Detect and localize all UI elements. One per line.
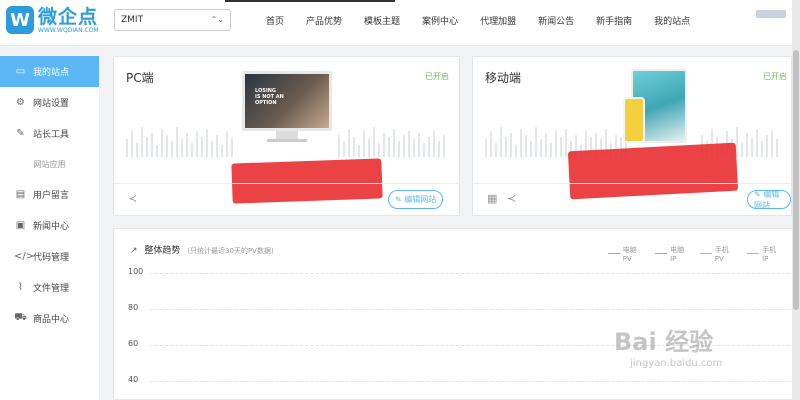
grid-line	[150, 381, 790, 382]
watermark-url: jingyan.baidu.com	[630, 358, 723, 369]
legend-pc-ip[interactable]: 电脑IP	[655, 245, 690, 263]
code-icon: </>	[14, 251, 35, 262]
sidebar-item-news-center[interactable]: ▣ 新闻中心	[0, 210, 99, 241]
sidebar-item-product-center[interactable]: ⛟ 商品中心	[0, 303, 99, 334]
logo-url: WWW.WQDIAN.COM	[38, 26, 99, 34]
news-icon: ▣	[15, 220, 26, 231]
pc-card-title: PC端	[126, 71, 154, 85]
logo-name: 微企点	[38, 5, 99, 28]
sidebar-group-label: 网站应用	[33, 159, 66, 169]
share-icon[interactable]: ≺	[507, 192, 516, 205]
sidebar-item-label: 文件管理	[33, 284, 70, 294]
phone-preview	[623, 97, 645, 143]
y-tick-label: 80	[128, 303, 139, 312]
scrollbar-thumb[interactable]	[793, 50, 799, 310]
select-arrow-icon: ⌃⌄	[210, 15, 224, 24]
qr-code-icon[interactable]: ▦	[487, 192, 497, 205]
y-tick-label: 100	[128, 267, 144, 276]
sidebar-item-file-management[interactable]: ⌇ 文件管理	[0, 272, 99, 303]
trend-legend: 电脑PV 电脑IP 手机PV 手机IP	[608, 245, 792, 263]
mobile-card-title: 移动端	[485, 71, 522, 85]
nav-template-themes[interactable]: 模板主题	[364, 14, 400, 27]
sidebar-item-label: 商品中心	[33, 315, 70, 325]
pc-wave-decoration-right	[338, 117, 448, 157]
main-nav: 首页 产品优势 模板主题 案例中心 代理加盟 新闻公告 新手指南 我的站点	[266, 14, 712, 27]
site-logo[interactable]: W 微企点 WWW.WQDIAN.COM	[6, 6, 99, 34]
top-navigation-bar: W 微企点 WWW.WQDIAN.COM ZMIT ⌃⌄ 首页 产品优势 模板主…	[0, 0, 800, 46]
nav-agent-join[interactable]: 代理加盟	[480, 14, 516, 27]
overall-trend-panel: ↗ 整体趋势 (只统计最近30天的PV数据) 电脑PV 电脑IP 手机PV 手机…	[113, 228, 793, 400]
nav-my-sites[interactable]: 我的站点	[654, 14, 690, 27]
nav-beginner-guide[interactable]: 新手指南	[596, 14, 632, 27]
sidebar-item-webmaster-tools[interactable]: ✎ 站长工具	[0, 118, 99, 149]
message-icon: ▤	[15, 189, 26, 200]
site-select[interactable]: ZMIT ⌃⌄	[114, 9, 231, 31]
user-avatar-icon[interactable]	[756, 10, 786, 18]
pc-preview-screen: LOSING IS NOT AN OPTION	[242, 71, 332, 131]
logo-text: 微企点 WWW.WQDIAN.COM	[38, 7, 99, 34]
nav-home[interactable]: 首页	[266, 14, 284, 27]
y-tick-label: 40	[128, 375, 139, 384]
sidebar: ▭ 我的站点 ⚙ 网站设置 ✎ 站长工具 网站应用 ▤ 用户留言 ▣ 新闻中心 …	[0, 56, 100, 400]
watermark-logo: Bai 经验	[614, 328, 714, 356]
cart-icon: ⛟	[14, 312, 27, 323]
sidebar-item-label: 新闻中心	[33, 222, 70, 232]
sidebar-item-label: 代码管理	[33, 253, 70, 263]
site-select-value: ZMIT	[121, 15, 144, 25]
nav-case-center[interactable]: 案例中心	[422, 14, 458, 27]
trend-title: ↗ 整体趋势 (只统计最近30天的PV数据)	[130, 243, 274, 256]
pc-preview-thumbnail[interactable]: LOSING IS NOT AN OPTION	[242, 71, 332, 149]
edit-website-button[interactable]: ✎ 编辑网站	[388, 190, 444, 209]
y-tick-label: 60	[128, 339, 139, 348]
sidebar-item-label: 用户留言	[33, 191, 70, 201]
sidebar-item-label: 我的站点	[33, 68, 70, 78]
pc-wave-decoration	[126, 117, 236, 157]
sidebar-item-user-messages[interactable]: ▤ 用户留言	[0, 179, 99, 210]
mobile-card-footer: ▦ ≺ ✎ 编辑网站	[473, 183, 791, 215]
sidebar-item-my-sites[interactable]: ▭ 我的站点	[0, 56, 99, 87]
share-icon[interactable]: ≺	[128, 192, 137, 205]
paperclip-icon: ⌇	[18, 282, 23, 293]
nav-product-advantages[interactable]: 产品优势	[306, 14, 342, 27]
sidebar-item-code-management[interactable]: </> 代码管理	[0, 241, 99, 272]
logo-mark-icon: W	[6, 6, 34, 34]
legend-mobile-pv[interactable]: 手机PV	[700, 245, 737, 263]
edit-website-button[interactable]: ✎ 编辑网站	[747, 190, 791, 210]
trend-subtitle: (只统计最近30天的PV数据)	[187, 247, 274, 255]
sidebar-item-label: 站长工具	[33, 130, 70, 140]
pc-site-card: PC端 已开启 LOSING IS NOT AN OPTION ≺ ✎ 编辑网站	[113, 56, 460, 216]
mobile-preview-thumbnail[interactable]	[623, 69, 693, 149]
pc-card-footer: ≺ ✎ 编辑网站	[114, 183, 459, 215]
mobile-site-card: 移动端 已开启 ▦ ≺ ✎ 编辑网站	[472, 56, 792, 216]
trend-chart-icon: ↗	[130, 246, 138, 256]
grid-line	[150, 309, 790, 310]
sidebar-item-label: 网站设置	[33, 99, 70, 109]
legend-mobile-ip[interactable]: 手机IP	[747, 245, 782, 263]
trend-title-text: 整体趋势	[144, 246, 181, 256]
nav-news-announcements[interactable]: 新闻公告	[538, 14, 574, 27]
grid-line	[150, 273, 790, 274]
monitor-icon: ▭	[15, 66, 26, 77]
sidebar-item-site-settings[interactable]: ⚙ 网站设置	[0, 87, 99, 118]
gear-icon: ⚙	[16, 97, 25, 108]
wrench-icon: ✎	[16, 128, 25, 139]
pc-status-badge: 已开启	[425, 72, 449, 81]
legend-pc-pv[interactable]: 电脑PV	[608, 245, 645, 263]
mobile-status-badge: 已开启	[763, 72, 787, 81]
top-accent-line	[225, 0, 395, 2]
